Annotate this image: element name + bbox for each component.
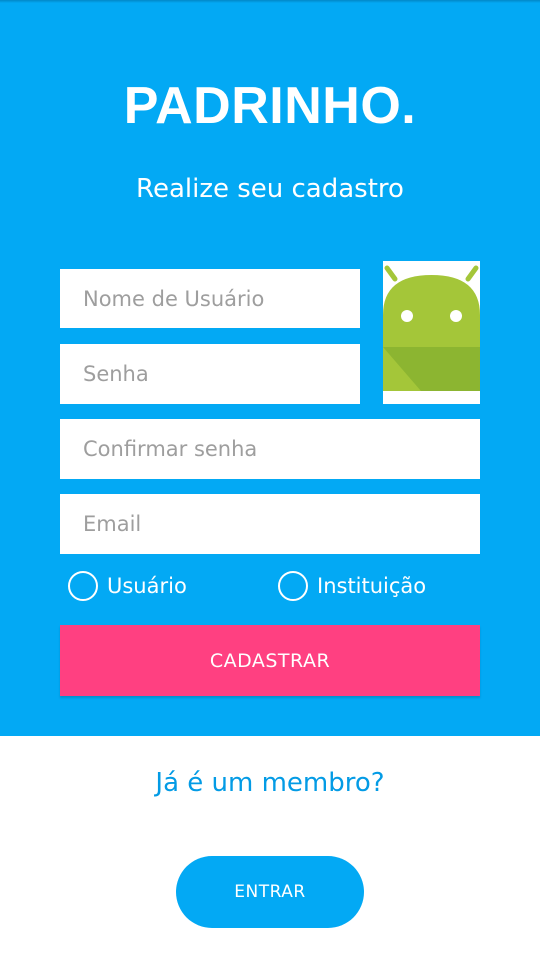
radio-usuario-label: Usuário	[107, 574, 187, 598]
username-input[interactable]	[60, 269, 360, 328]
email-input[interactable]	[60, 494, 480, 554]
login-button[interactable]: ENTRAR	[176, 856, 364, 928]
radio-usuario[interactable]: Usuário	[68, 571, 187, 601]
android-robot-icon	[383, 261, 480, 404]
confirm-password-input[interactable]	[60, 419, 480, 479]
radio-instituicao[interactable]: Instituição	[278, 571, 426, 601]
status-bar-shadow	[0, 0, 540, 3]
page-subtitle: Realize seu cadastro	[136, 174, 404, 204]
app-title: PADRINHO.	[123, 77, 417, 135]
register-button[interactable]: CADASTRAR	[60, 625, 480, 696]
profile-photo-picker[interactable]	[383, 261, 480, 404]
radio-circle-icon[interactable]	[68, 571, 98, 601]
registration-panel: PADRINHO. Realize seu cadastro Usuário I…	[0, 0, 540, 736]
password-input[interactable]	[60, 344, 360, 404]
member-prompt: Já é um membro?	[155, 768, 385, 798]
radio-instituicao-label: Instituição	[317, 574, 427, 598]
radio-circle-icon[interactable]	[278, 571, 308, 601]
